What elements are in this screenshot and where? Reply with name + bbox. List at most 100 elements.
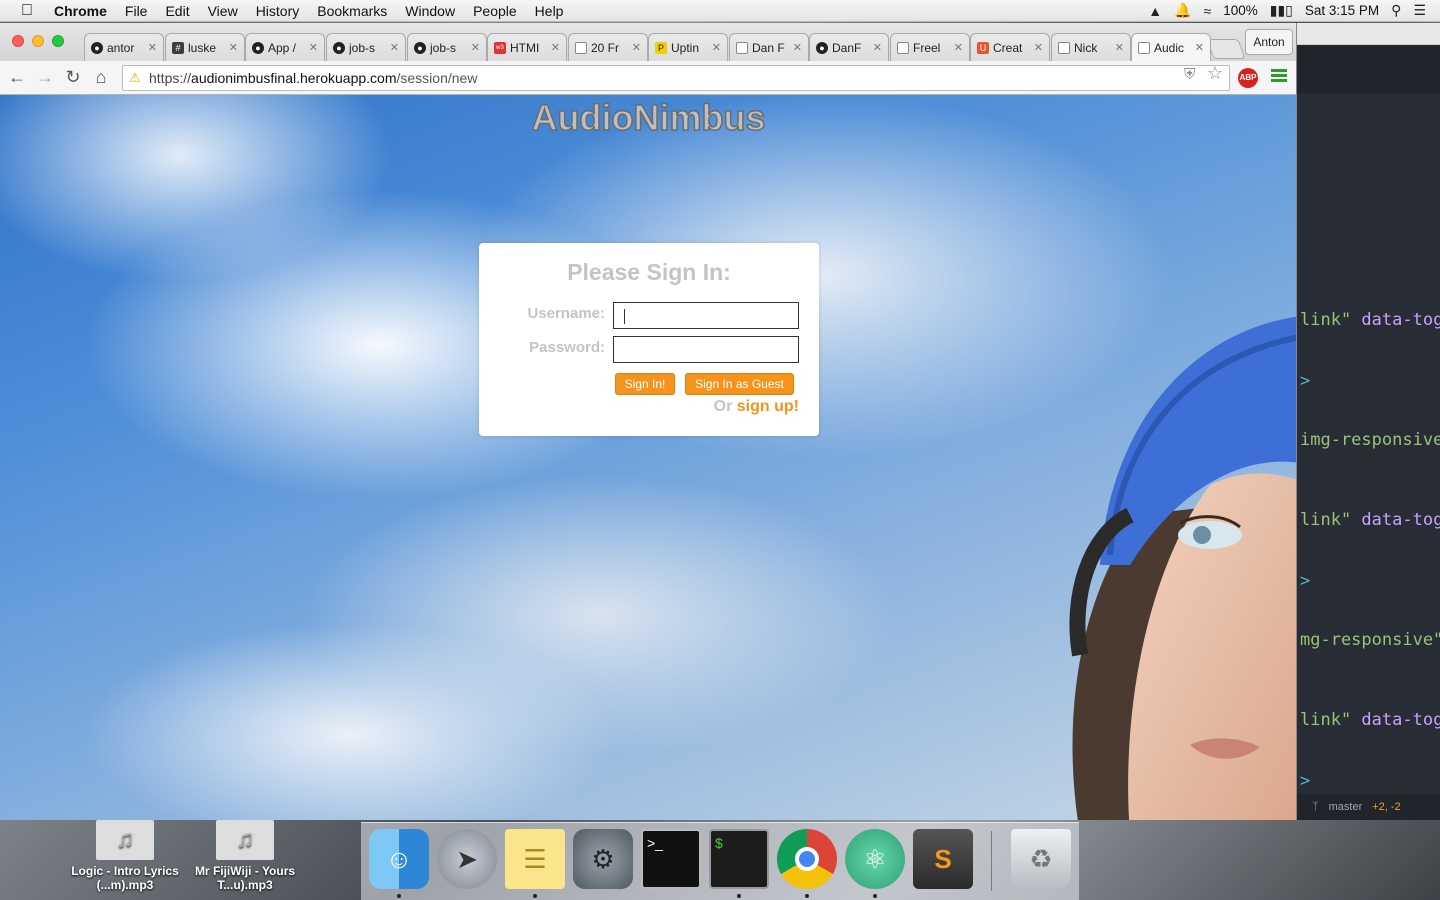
chrome-icon[interactable] [777, 829, 837, 889]
url-protocol: https:// [149, 70, 192, 86]
close-tab-icon[interactable]: ✕ [954, 41, 963, 54]
launchpad-icon[interactable]: ➤ [437, 829, 497, 889]
menubar-clock[interactable]: Sat 3:15 PM [1305, 3, 1379, 18]
warning-lock-icon[interactable]: ⚠ [129, 70, 143, 85]
menu-bookmarks[interactable]: Bookmarks [308, 3, 396, 19]
desktop-file[interactable]: ♫ Mr FijiWiji - Yours T...u).mp3 [180, 820, 310, 892]
maximize-window-button[interactable] [52, 35, 64, 47]
page-icon [1058, 41, 1070, 54]
signin-button[interactable]: Sign In! [615, 373, 675, 395]
browser-tab[interactable]: P Uptin ✕ [648, 33, 728, 61]
url-host: audionimbusfinal.herokuapp.com [191, 70, 397, 86]
desktop-file[interactable]: ♫ Logic - Intro Lyrics (...m).mp3 [60, 820, 190, 892]
or-text: Or [713, 398, 733, 415]
browser-tab-active[interactable]: Audic ✕ [1131, 33, 1211, 61]
system-preferences-icon[interactable]: ⚙ [573, 829, 633, 889]
dock-separator [991, 831, 992, 891]
running-indicator [873, 894, 877, 898]
forward-arrow-icon[interactable]: → [34, 66, 56, 88]
close-tab-icon[interactable]: ✕ [148, 41, 157, 54]
minimize-window-button[interactable] [32, 35, 44, 47]
notification-bell-icon[interactable]: 🔔 [1174, 2, 1191, 19]
back-arrow-icon[interactable]: ← [6, 66, 28, 88]
page-icon [575, 41, 587, 54]
browser-tab[interactable]: U Creat ✕ [970, 33, 1050, 61]
menu-edit[interactable]: Edit [156, 3, 198, 19]
close-tab-icon[interactable]: ✕ [1115, 41, 1124, 54]
menu-people[interactable]: People [464, 3, 526, 19]
atom-icon[interactable]: ⚛ [845, 829, 905, 889]
code-editor-window: link" data-tog > img-responsive link" da… [1296, 23, 1440, 820]
address-bar[interactable]: ⚠ https://audionimbusfinal.herokuapp.com… [122, 65, 1230, 91]
wifi-icon[interactable]: ≈ [1204, 3, 1212, 19]
browser-tab[interactable]: w3 HTMI ✕ [487, 33, 567, 61]
code-line: link" data-tog [1300, 710, 1440, 730]
close-tab-icon[interactable]: ✕ [551, 41, 560, 54]
browser-tab[interactable]: Nick ✕ [1051, 33, 1131, 61]
menu-view[interactable]: View [199, 3, 247, 19]
username-input[interactable] [613, 302, 799, 329]
password-input[interactable] [613, 336, 799, 363]
close-tab-icon[interactable]: ✕ [873, 41, 882, 54]
desktop-file-name: Logic - Intro Lyrics (...m).mp3 [71, 864, 179, 892]
chrome-window: ● antor ✕ # luske ✕ ● App / ✕ ● job-s ✕ ● job-s ✕ … [0, 23, 1297, 820]
adblock-plus-icon[interactable]: ABP [1238, 68, 1258, 88]
audio-file-icon: ♫ [216, 820, 274, 860]
running-indicator [737, 894, 741, 898]
elephant-status-icon[interactable]: ▲ [1148, 3, 1162, 19]
browser-tab[interactable]: ● DanF ✕ [809, 33, 889, 61]
notes-icon[interactable]: ☰ [505, 829, 565, 889]
site-logo-title[interactable]: AudioNimbus [0, 96, 1296, 139]
battery-icon[interactable]: ▮▮▯ [1270, 2, 1293, 19]
chrome-menu-icon[interactable] [1271, 69, 1287, 85]
username-label: Username: [527, 305, 605, 322]
finder-icon[interactable]: ☺ [369, 829, 429, 889]
menu-app-name[interactable]: Chrome [54, 3, 116, 19]
sublime-icon[interactable]: S [913, 829, 973, 889]
code-line: > [1300, 571, 1311, 591]
git-branch[interactable]: master [1329, 801, 1363, 813]
reload-icon[interactable]: ↻ [62, 66, 84, 88]
browser-tab[interactable]: Freel ✕ [890, 33, 970, 61]
shield-icon[interactable]: ⛨ [1184, 66, 1195, 83]
close-tab-icon[interactable]: ✕ [390, 41, 399, 54]
background-person-image [1069, 316, 1296, 820]
menu-history[interactable]: History [247, 3, 309, 19]
close-tab-icon[interactable]: ✕ [229, 41, 238, 54]
github-icon: ● [414, 41, 426, 54]
close-tab-icon[interactable]: ✕ [471, 41, 480, 54]
home-icon[interactable]: ⌂ [90, 66, 112, 88]
new-tab-button[interactable] [1206, 39, 1246, 59]
notification-center-icon[interactable]: ☰ [1413, 2, 1426, 19]
spotlight-search-icon[interactable]: ⚲ [1391, 2, 1401, 19]
browser-tab[interactable]: ● job-s ✕ [326, 33, 406, 61]
bookmark-star-icon[interactable]: ☆ [1207, 63, 1223, 84]
close-tab-icon[interactable]: ✕ [1195, 41, 1204, 54]
w3schools-icon: w3 [494, 41, 506, 54]
close-tab-icon[interactable]: ✕ [309, 41, 318, 54]
close-tab-icon[interactable]: ✕ [793, 41, 802, 54]
menu-help[interactable]: Help [526, 3, 573, 19]
signup-link[interactable]: sign up! [737, 398, 799, 415]
trash-icon[interactable]: ♻ [1011, 829, 1071, 889]
browser-tab[interactable]: ● antor ✕ [84, 33, 164, 61]
terminal-icon[interactable]: >_ [641, 829, 701, 889]
browser-tab[interactable]: ● job-s ✕ [407, 33, 487, 61]
battery-percent: 100% [1223, 3, 1258, 18]
apple-menu-icon[interactable]:  [0, 2, 54, 20]
iterm-icon[interactable]: $ [709, 829, 769, 889]
browser-tab[interactable]: Dan F ✕ [729, 33, 809, 61]
close-tab-icon[interactable]: ✕ [632, 41, 641, 54]
browser-tab[interactable]: # luske ✕ [165, 33, 245, 61]
browser-tab[interactable]: ● App / ✕ [245, 33, 325, 61]
close-tab-icon[interactable]: ✕ [1034, 41, 1043, 54]
browser-tab[interactable]: 20 Fr ✕ [568, 33, 648, 61]
close-tab-icon[interactable]: ✕ [712, 41, 721, 54]
signin-heading: Please Sign In: [567, 259, 731, 285]
menu-window[interactable]: Window [396, 3, 464, 19]
menu-file[interactable]: File [116, 3, 157, 19]
profile-button[interactable]: Anton [1245, 29, 1293, 55]
close-window-button[interactable] [12, 35, 24, 47]
signin-guest-button[interactable]: Sign In as Guest [685, 373, 794, 395]
tab-bar: ● antor ✕ # luske ✕ ● App / ✕ ● job-s ✕ ● job-s ✕ … [0, 23, 1296, 61]
